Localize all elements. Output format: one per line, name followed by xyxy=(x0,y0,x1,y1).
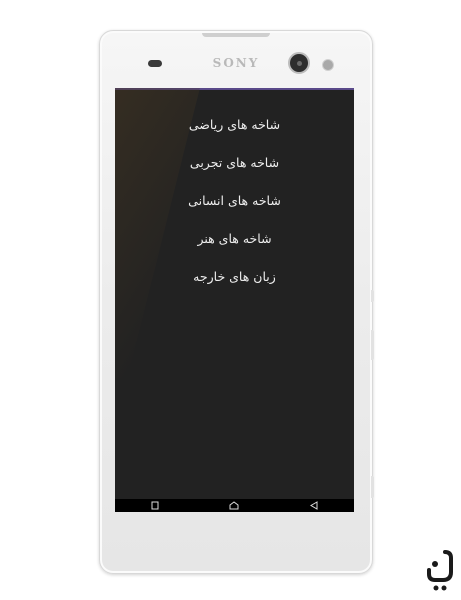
menu-item-math[interactable]: شاخه های ریاضی xyxy=(115,108,354,146)
home-icon[interactable] xyxy=(229,501,239,511)
proximity-sensor-icon xyxy=(322,59,334,71)
camera-button xyxy=(371,476,374,498)
navigation-bar xyxy=(115,499,354,512)
menu-item-humanities[interactable]: شاخه های انسانی xyxy=(115,184,354,222)
recents-icon[interactable] xyxy=(309,501,319,511)
category-menu: شاخه های ریاضی شاخه های تجربی شاخه های ا… xyxy=(115,108,354,298)
menu-item-experimental[interactable]: شاخه های تجربی xyxy=(115,146,354,184)
volume-button xyxy=(371,330,374,360)
back-icon[interactable] xyxy=(150,501,160,511)
brand-logo: SONY xyxy=(212,56,260,70)
power-button xyxy=(371,290,374,302)
menu-item-foreign-languages[interactable]: زبان های خارجه xyxy=(115,260,354,298)
earpiece-speaker xyxy=(148,60,162,67)
front-camera-icon xyxy=(288,52,310,74)
store-logo-icon xyxy=(425,550,455,594)
menu-item-art[interactable]: شاخه های هنر xyxy=(115,222,354,260)
top-bezel-notch xyxy=(202,33,270,37)
app-screen: شاخه های ریاضی شاخه های تجربی شاخه های ا… xyxy=(115,88,354,512)
